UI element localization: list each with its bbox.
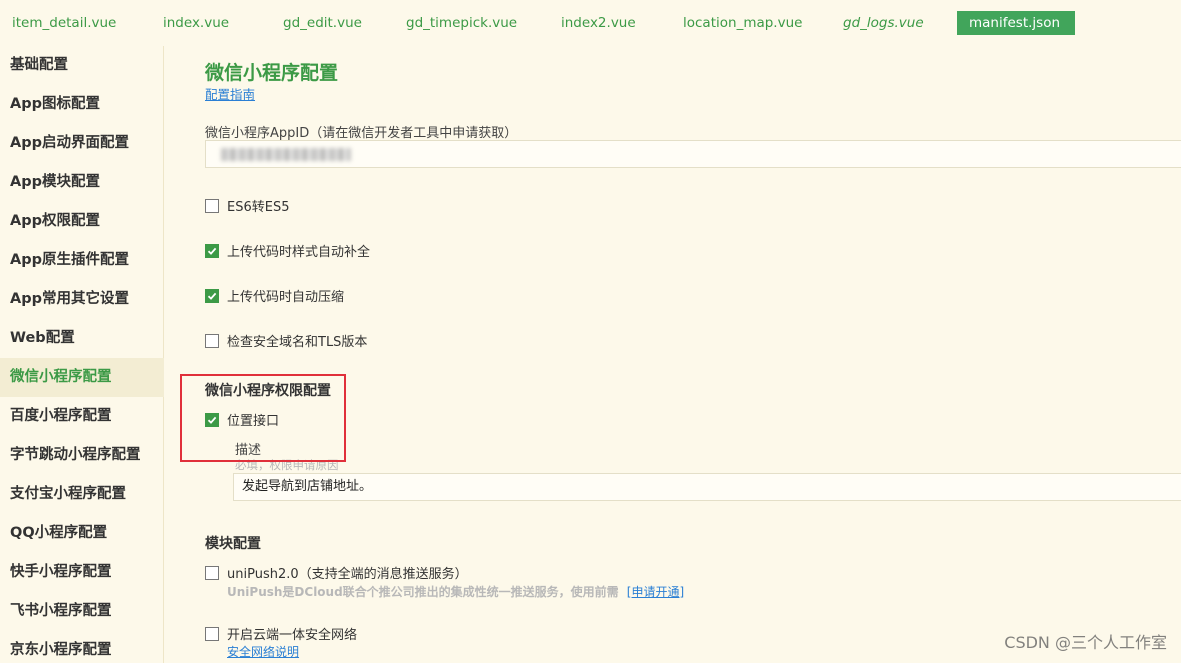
sidebar-item-app-permissions[interactable]: App权限配置 — [0, 202, 164, 241]
watermark: CSDN @三个人工作室 — [1004, 633, 1167, 652]
unipush-apply-link[interactable]: [申请开通] — [627, 585, 684, 599]
description-input[interactable]: 发起导航到店铺地址。 — [233, 473, 1181, 501]
option-secure-network-label: 开启云端一体安全网络 — [227, 628, 358, 643]
tab-location-map-vue[interactable]: location_map.vue — [683, 11, 802, 35]
tab-index-vue[interactable]: index.vue — [163, 11, 229, 35]
option-url-check-label: 检查安全域名和TLS版本 — [227, 335, 368, 350]
checkbox-es6-to-es5[interactable] — [205, 198, 219, 213]
sidebar-item-web[interactable]: Web配置 — [0, 319, 164, 358]
sidebar-item-app-native-plugins[interactable]: App原生插件配置 — [0, 241, 164, 280]
option-unipush-label: uniPush2.0（支持全端的消息推送服务） — [227, 567, 468, 582]
tab-index2-vue[interactable]: index2.vue — [561, 11, 636, 35]
sidebar-item-toutiao-miniprogram[interactable]: 字节跳动小程序配置 — [0, 436, 164, 475]
unipush-description-row: UniPush是DCloud联合个推公司推出的集成性统一推送服务，使用前需 [申… — [227, 581, 684, 600]
sidebar-item-app-icon[interactable]: App图标配置 — [0, 85, 164, 124]
check-icon — [207, 247, 217, 255]
option-secure-network[interactable]: 开启云端一体安全网络 — [205, 624, 357, 643]
tab-manifest-json[interactable]: manifest.json — [957, 11, 1075, 35]
unipush-description: UniPush是DCloud联合个推公司推出的集成性统一推送服务，使用前需 — [227, 585, 619, 599]
appid-input[interactable] — [205, 140, 1181, 168]
option-es6-to-es5[interactable]: ES6转ES5 — [205, 196, 289, 215]
sidebar-item-app-other[interactable]: App常用其它设置 — [0, 280, 164, 319]
tab-gd-timepick-vue[interactable]: gd_timepick.vue — [406, 11, 517, 35]
option-postcss[interactable]: 上传代码时样式自动补全 — [205, 241, 370, 260]
sidebar-item-baidu-miniprogram[interactable]: 百度小程序配置 — [0, 397, 164, 436]
sidebar-item-feishu-miniprogram[interactable]: 飞书小程序配置 — [0, 592, 164, 631]
editor-tab-bar: item_detail.vue index.vue gd_edit.vue gd… — [0, 0, 1181, 46]
option-postcss-label: 上传代码时样式自动补全 — [227, 245, 371, 260]
checkbox-url-check[interactable] — [205, 333, 219, 348]
option-url-check[interactable]: 检查安全域名和TLS版本 — [205, 331, 367, 350]
checkbox-secure-network[interactable] — [205, 626, 219, 641]
appid-redacted-value — [221, 148, 351, 161]
page-title: 微信小程序配置 — [205, 62, 339, 84]
sidebar-item-kuaishou-miniprogram[interactable]: 快手小程序配置 — [0, 553, 164, 592]
sidebar-item-qq-miniprogram[interactable]: QQ小程序配置 — [0, 514, 164, 553]
sidebar-item-app-modules[interactable]: App模块配置 — [0, 163, 164, 202]
tab-gd-edit-vue[interactable]: gd_edit.vue — [283, 11, 362, 35]
appid-label: 微信小程序AppID（请在微信开发者工具中申请获取） — [205, 126, 518, 141]
secure-network-doc-link[interactable]: 安全网络说明 — [227, 643, 299, 660]
option-minified[interactable]: 上传代码时自动压缩 — [205, 286, 344, 305]
config-guide-link[interactable]: 配置指南 — [205, 84, 255, 103]
sidebar-item-jd-miniprogram[interactable]: 京东小程序配置 — [0, 631, 164, 663]
sidebar-item-alipay-miniprogram[interactable]: 支付宝小程序配置 — [0, 475, 164, 514]
tab-item-detail-vue[interactable]: item_detail.vue — [12, 11, 116, 35]
sidebar-item-app-splash[interactable]: App启动界面配置 — [0, 124, 164, 163]
option-es6-to-es5-label: ES6转ES5 — [227, 200, 290, 215]
config-content: 微信小程序配置 配置指南 微信小程序AppID（请在微信开发者工具中申请获取） … — [165, 46, 1181, 663]
checkbox-minified[interactable] — [205, 288, 219, 303]
sidebar-item-weixin-miniprogram[interactable]: 微信小程序配置 — [0, 358, 164, 397]
config-sidebar: 基础配置 App图标配置 App启动界面配置 App模块配置 App权限配置 A… — [0, 46, 164, 663]
option-minified-label: 上传代码时自动压缩 — [227, 290, 345, 305]
check-icon — [207, 292, 217, 300]
highlight-box — [180, 374, 346, 462]
sidebar-item-basic[interactable]: 基础配置 — [0, 46, 164, 85]
checkbox-unipush[interactable] — [205, 565, 219, 580]
module-section-title: 模块配置 — [205, 536, 261, 552]
checkbox-postcss[interactable] — [205, 243, 219, 258]
tab-gd-logs-vue[interactable]: gd_logs.vue — [843, 11, 924, 35]
option-unipush[interactable]: uniPush2.0（支持全端的消息推送服务） — [205, 563, 468, 582]
